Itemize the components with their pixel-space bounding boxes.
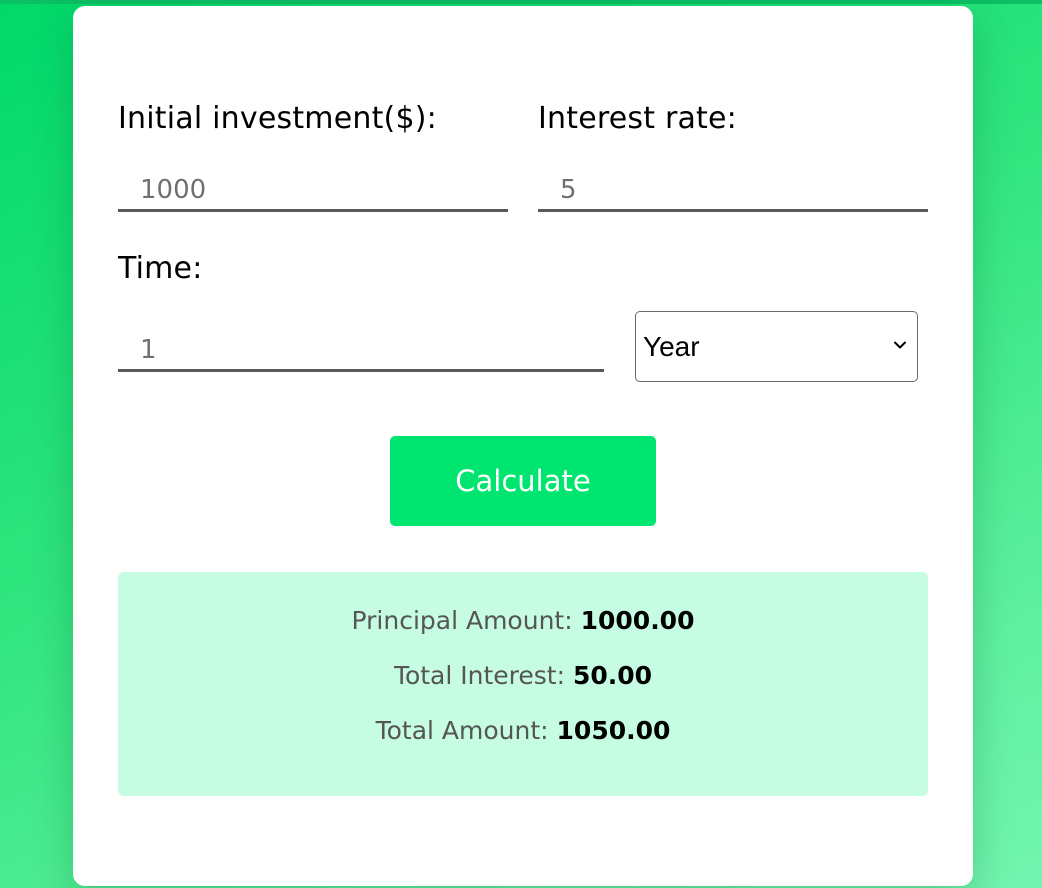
initial-investment-input[interactable] [118,170,508,212]
total-interest-value: 50.00 [572,661,653,690]
principal-amount-value: 1000.00 [580,606,695,635]
interest-rate-label: Interest rate: [538,101,737,136]
results-panel: Principal Amount: 1000.00 Total Interest… [118,572,928,796]
principal-amount-row: Principal Amount: 1000.00 [118,606,928,635]
calculate-button[interactable]: Calculate [390,436,656,526]
time-label: Time: [118,251,203,286]
page-top-strip [0,0,1042,4]
time-unit-selected-value: Year [643,330,700,362]
time-input[interactable] [118,330,604,372]
principal-amount-label: Principal Amount: [351,606,573,635]
total-amount-label: Total Amount: [375,716,549,745]
total-interest-label: Total Interest: [393,661,566,690]
total-amount-value: 1050.00 [556,716,671,745]
calculator-card: Initial investment($): Interest rate: Ti… [73,6,973,886]
chevron-down-icon [894,341,906,349]
time-unit-select[interactable]: Year [635,311,918,382]
initial-investment-label: Initial investment($): [118,101,437,136]
total-interest-row: Total Interest: 50.00 [118,661,928,690]
interest-rate-input[interactable] [538,170,928,212]
total-amount-row: Total Amount: 1050.00 [118,716,928,745]
